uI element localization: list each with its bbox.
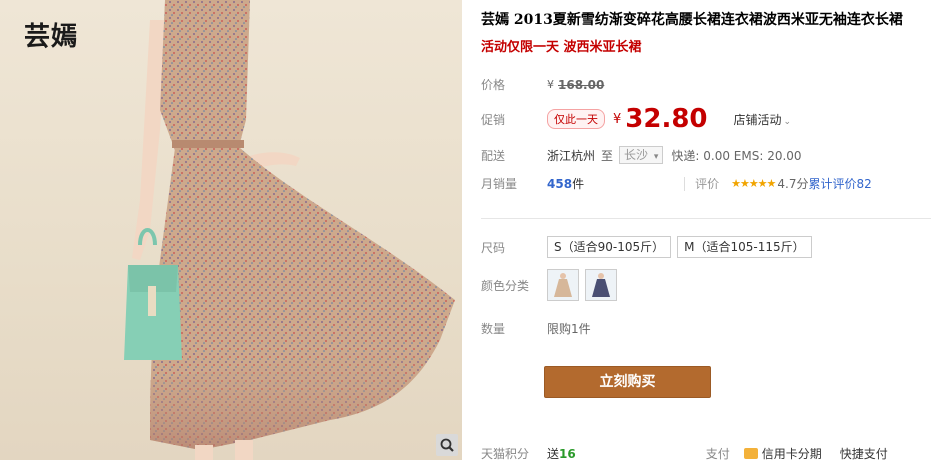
section-divider bbox=[481, 218, 931, 219]
color-row: 颜色分类 bbox=[481, 269, 623, 301]
one-day-badge: 仅此一天 bbox=[547, 109, 605, 129]
shop-activity-label: 店铺活动 bbox=[733, 112, 782, 127]
sales-label: 月销量 bbox=[481, 177, 518, 191]
price-row: 价格 ¥ 168.00 bbox=[481, 76, 604, 93]
zoom-icon bbox=[440, 438, 454, 452]
promo-subtitle: 活动仅限一天 波西米亚长裙 bbox=[481, 40, 642, 55]
city-value: 长沙 bbox=[624, 148, 649, 162]
quick-pay[interactable]: 快捷支付 bbox=[840, 445, 888, 462]
swatch-1-thumbnail bbox=[548, 270, 578, 300]
shipping-fees: 快递: 0.00 EMS: 20.00 bbox=[671, 148, 802, 163]
product-title: 芸嫣 2013夏新雪纺渐变碎花高腰长裙连衣裙波西米亚无袖连衣长裙 bbox=[481, 12, 903, 28]
currency-symbol: ¥ bbox=[547, 78, 554, 91]
color-label: 颜色分类 bbox=[481, 278, 530, 293]
review-count: 82 bbox=[856, 177, 872, 191]
bottom-row: 天猫积分 送 16 支付 信用卡分期 快捷支付 bbox=[481, 445, 888, 462]
review-label: 评价 bbox=[695, 177, 720, 191]
zoom-button[interactable] bbox=[436, 434, 458, 456]
price-label: 价格 bbox=[481, 78, 506, 92]
promo-price: 32.80 bbox=[625, 104, 708, 134]
chevron-down-icon: ⌄ bbox=[783, 116, 792, 127]
original-price: 168.00 bbox=[558, 77, 605, 92]
city-select[interactable]: 长沙 ▾ bbox=[619, 146, 664, 164]
sales-row: 月销量 458 件 评价 ★★★★★ 4.7分 累计评价82 bbox=[481, 175, 872, 192]
sales-count: 458 bbox=[547, 176, 573, 191]
quantity-row: 数量 限购1件 bbox=[481, 320, 591, 337]
swatch-2-thumbnail bbox=[586, 270, 616, 300]
promo-price-row: 促销 仅此一天 ¥ 32.80 店铺活动 ⌄ bbox=[481, 104, 791, 134]
review-text: 累计评价 bbox=[808, 177, 857, 191]
buy-now-button[interactable]: 立刻购买 bbox=[544, 366, 711, 398]
rating-stars: ★★★★★ bbox=[731, 177, 776, 190]
quantity-label: 数量 bbox=[481, 322, 506, 336]
points-send: 送 bbox=[547, 447, 560, 461]
divider bbox=[684, 176, 686, 191]
product-image[interactable]: 芸嫣 bbox=[0, 0, 462, 460]
size-row: 尺码 S（适合90-105斤） M（适合105-115斤） bbox=[481, 236, 818, 258]
size-label: 尺码 bbox=[481, 240, 506, 255]
credit-card-icon bbox=[743, 448, 758, 459]
chevron-down-icon: ▾ bbox=[653, 152, 659, 162]
shop-activity-dropdown[interactable]: 店铺活动 ⌄ bbox=[734, 111, 792, 128]
product-info-panel: 芸嫣 2013夏新雪纺渐变碎花高腰长裙连衣裙波西米亚无袖连衣长裙 活动仅限一天 … bbox=[481, 0, 933, 462]
delivery-from: 浙江杭州 bbox=[547, 148, 596, 163]
points-label: 天猫积分 bbox=[481, 447, 530, 461]
color-swatch-2[interactable] bbox=[585, 269, 617, 301]
color-swatch-1[interactable] bbox=[547, 269, 579, 301]
delivery-to-word: 至 bbox=[601, 148, 614, 163]
sales-unit: 件 bbox=[572, 177, 585, 191]
size-option-s[interactable]: S（适合90-105斤） bbox=[547, 236, 672, 258]
credit-installment[interactable]: 信用卡分期 bbox=[762, 445, 822, 462]
points-value: 16 bbox=[559, 446, 576, 461]
delivery-row: 配送 浙江杭州 至 长沙 ▾ 快递: 0.00 EMS: 20.00 bbox=[481, 146, 802, 164]
rating-score: 4.7分 bbox=[777, 177, 809, 191]
brand-logo: 芸嫣 bbox=[24, 22, 79, 52]
promo-label: 促销 bbox=[481, 112, 506, 127]
dress-illustration bbox=[124, 0, 455, 460]
review-link[interactable]: 累计评价82 bbox=[809, 175, 872, 192]
payment-label: 支付 bbox=[705, 447, 730, 461]
size-option-m[interactable]: M（适合105-115斤） bbox=[677, 236, 812, 258]
purchase-limit: 限购1件 bbox=[547, 322, 591, 336]
delivery-label: 配送 bbox=[481, 148, 506, 163]
promo-currency-symbol: ¥ bbox=[613, 111, 622, 127]
